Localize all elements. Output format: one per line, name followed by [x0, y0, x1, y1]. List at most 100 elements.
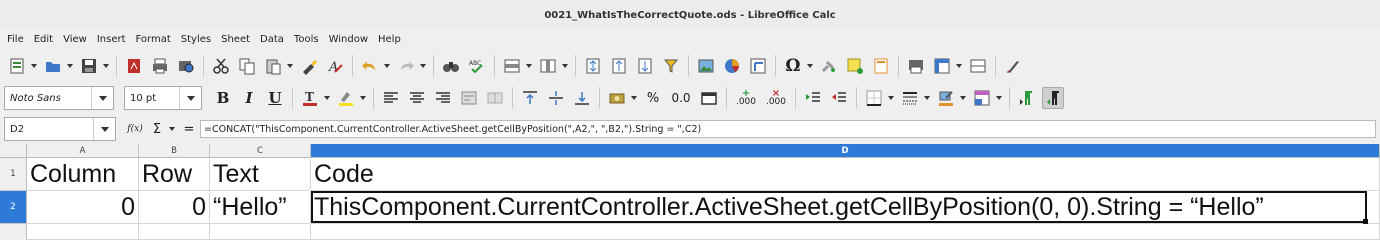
select-all-corner[interactable]: [0, 144, 27, 158]
hyperlink-icon[interactable]: [818, 55, 840, 77]
column-header-d[interactable]: D: [311, 144, 1380, 158]
delete-decimal-button[interactable]: × .000: [763, 87, 789, 109]
export-pdf-icon[interactable]: [123, 55, 145, 77]
cell-d1[interactable]: Code: [311, 158, 1380, 191]
cell-c3[interactable]: [210, 224, 311, 240]
cell-d3[interactable]: [311, 224, 1380, 240]
sort-ascending-icon[interactable]: [608, 55, 630, 77]
new-document-icon[interactable]: [6, 55, 28, 77]
left-to-right-icon[interactable]: [1016, 87, 1038, 109]
insert-image-icon[interactable]: [695, 55, 717, 77]
new-document-dropdown[interactable]: [30, 55, 38, 77]
right-to-left-icon[interactable]: [1042, 87, 1064, 109]
copy-icon[interactable]: [236, 55, 258, 77]
special-character-icon[interactable]: Ω: [782, 55, 804, 77]
underline-button[interactable]: U: [264, 87, 286, 109]
print-icon[interactable]: [149, 55, 171, 77]
freeze-rows-columns-icon[interactable]: [931, 55, 953, 77]
function-wizard-icon[interactable]: f(x): [126, 120, 144, 138]
italic-button[interactable]: I: [238, 87, 260, 109]
menu-view[interactable]: View: [58, 34, 92, 45]
sort-descending-icon[interactable]: [634, 55, 656, 77]
cell-a2[interactable]: 0: [27, 191, 139, 224]
align-center-icon[interactable]: [406, 87, 428, 109]
highlight-dropdown[interactable]: [359, 87, 367, 109]
column-icon[interactable]: [537, 55, 559, 77]
merge-center-icon[interactable]: [484, 87, 506, 109]
menu-file[interactable]: File: [2, 34, 29, 45]
undo-dropdown[interactable]: [383, 55, 391, 77]
menu-styles[interactable]: Styles: [176, 34, 216, 45]
spelling-icon[interactable]: ABC: [466, 55, 488, 77]
sum-icon[interactable]: Σ: [148, 120, 166, 138]
cell-b3[interactable]: [139, 224, 210, 240]
comment-icon[interactable]: [844, 55, 866, 77]
bold-button[interactable]: B: [212, 87, 234, 109]
column-header-b[interactable]: B: [139, 144, 210, 158]
clear-formatting-icon[interactable]: A: [324, 55, 346, 77]
menu-format[interactable]: Format: [131, 34, 176, 45]
print-preview-icon[interactable]: [175, 55, 197, 77]
border-color-icon[interactable]: [935, 87, 957, 109]
conditional-format-icon[interactable]: [971, 87, 993, 109]
save-icon[interactable]: [78, 55, 100, 77]
cell-d2[interactable]: ThisComponent.CurrentController.ActiveSh…: [311, 191, 1380, 224]
menu-help[interactable]: Help: [373, 34, 406, 45]
borders-dropdown[interactable]: [887, 87, 895, 109]
cut-icon[interactable]: [210, 55, 232, 77]
name-box[interactable]: D2: [4, 117, 116, 141]
row-header-3[interactable]: [0, 224, 27, 240]
paste-dropdown[interactable]: [286, 55, 294, 77]
font-size-combo[interactable]: 10 pt: [124, 86, 202, 110]
align-top-icon[interactable]: [519, 87, 541, 109]
cell-c2[interactable]: “Hello”: [210, 191, 311, 224]
border-color-dropdown[interactable]: [959, 87, 967, 109]
row-dropdown[interactable]: [525, 55, 533, 77]
cell-a3[interactable]: [27, 224, 139, 240]
open-dropdown[interactable]: [66, 55, 74, 77]
increase-indent-icon[interactable]: [802, 87, 824, 109]
redo-dropdown[interactable]: [419, 55, 427, 77]
autofilter-icon[interactable]: [660, 55, 682, 77]
find-replace-icon[interactable]: [440, 55, 462, 77]
add-decimal-button[interactable]: + .000: [733, 87, 759, 109]
spreadsheet-grid[interactable]: A B C D 1 2 Column Row Text Code 0 0 “He…: [0, 144, 1380, 240]
column-header-a[interactable]: A: [27, 144, 139, 158]
align-bottom-icon[interactable]: [571, 87, 593, 109]
clone-formatting-icon[interactable]: [298, 55, 320, 77]
freeze-dropdown[interactable]: [955, 55, 963, 77]
number-format-button[interactable]: 0.0: [668, 87, 694, 109]
redo-icon[interactable]: [395, 55, 417, 77]
row-icon[interactable]: [501, 55, 523, 77]
menu-sheet[interactable]: Sheet: [216, 34, 255, 45]
percent-format-button[interactable]: %: [642, 87, 664, 109]
row-header-1[interactable]: 1: [0, 158, 27, 191]
name-box-dropdown-icon[interactable]: [93, 118, 115, 140]
date-format-icon[interactable]: [698, 87, 720, 109]
undo-icon[interactable]: [359, 55, 381, 77]
sum-dropdown[interactable]: [168, 120, 176, 138]
autofill-handle[interactable]: [1363, 219, 1368, 224]
headers-footers-icon[interactable]: [870, 55, 892, 77]
cell-b1[interactable]: Row: [139, 158, 210, 191]
cell-b2[interactable]: 0: [139, 191, 210, 224]
pivot-table-icon[interactable]: [747, 55, 769, 77]
wrap-text-icon[interactable]: [458, 87, 480, 109]
borders-icon[interactable]: [863, 87, 885, 109]
row-header-2[interactable]: 2: [0, 191, 27, 224]
split-window-icon[interactable]: [967, 55, 989, 77]
special-character-dropdown[interactable]: [806, 55, 814, 77]
align-left-icon[interactable]: [380, 87, 402, 109]
insert-chart-icon[interactable]: [721, 55, 743, 77]
cell-a1[interactable]: Column: [27, 158, 139, 191]
font-size-dropdown-icon[interactable]: [179, 87, 201, 109]
menu-data[interactable]: Data: [255, 34, 289, 45]
open-folder-icon[interactable]: [42, 55, 64, 77]
formula-input[interactable]: =CONCAT("ThisComponent.CurrentController…: [200, 120, 1376, 138]
menu-insert[interactable]: Insert: [92, 34, 131, 45]
font-color-icon[interactable]: T: [299, 87, 321, 109]
currency-dropdown[interactable]: [630, 87, 638, 109]
align-right-icon[interactable]: [432, 87, 454, 109]
currency-format-icon[interactable]: [606, 87, 628, 109]
paste-icon[interactable]: [262, 55, 284, 77]
